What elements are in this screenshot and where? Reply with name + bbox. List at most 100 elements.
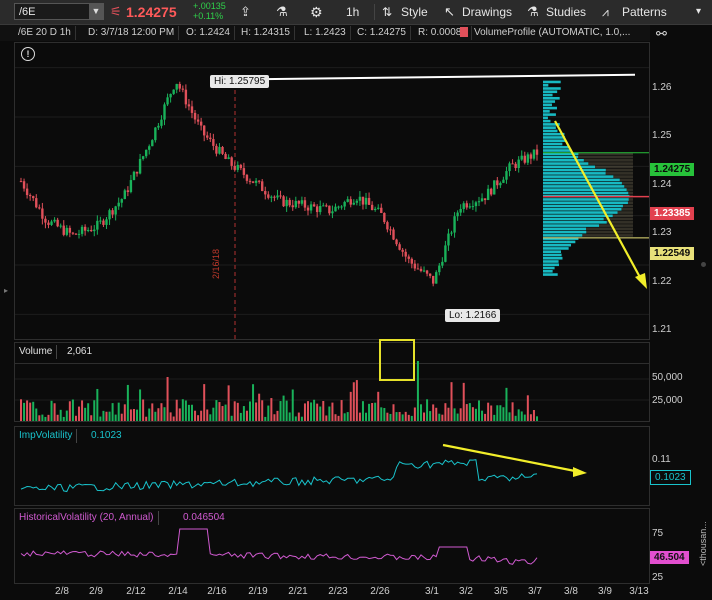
volume-bar (160, 403, 163, 421)
candle-body (419, 268, 423, 272)
volume-bar (35, 408, 38, 421)
quote-header: /6E 20 D 1h D: 3/7/18 12:00 PM O: 1.2424… (0, 25, 650, 41)
volume-bar (142, 399, 145, 421)
candle-body (416, 268, 420, 270)
volume-bar (148, 408, 151, 421)
collapse-arrow-icon[interactable]: ▸ (4, 286, 8, 295)
volume-pane[interactable]: Volume 2,061 (14, 339, 650, 422)
candle-body (306, 207, 310, 211)
candle-body (355, 200, 359, 203)
alert-icon[interactable]: ! (21, 47, 35, 61)
volume-bar (267, 405, 270, 421)
candle-body (447, 233, 450, 246)
candle-body (377, 207, 380, 209)
volume-bar (346, 412, 349, 421)
volume-bar (423, 412, 426, 421)
histvol-pane[interactable]: HistoricalVolatility (20, Annual) 0.0465… (14, 508, 650, 584)
volume-bar (157, 408, 160, 421)
volume-bar (520, 411, 523, 421)
value-area-shade (605, 172, 633, 175)
patterns-icon: ⩘ (602, 5, 609, 19)
patterns-button[interactable]: Patterns (622, 2, 667, 22)
volume-bar (310, 402, 313, 421)
volume-profile-bar (543, 250, 562, 254)
gear-icon[interactable]: ⚙ (310, 2, 323, 22)
candle-body (65, 227, 68, 235)
candle-body (453, 216, 456, 233)
candle-body (499, 182, 502, 186)
impvol-pane[interactable]: ImpVolatility 0.1023 (14, 426, 650, 506)
study-color-swatch (460, 27, 468, 37)
chevron-down-icon[interactable]: ▼ (89, 4, 103, 19)
date-tick: 2/9 (89, 586, 103, 597)
candle-body (325, 205, 328, 207)
candle-body (474, 202, 478, 207)
candle-body (511, 163, 514, 165)
volume-bar (374, 402, 377, 421)
candle-body (273, 196, 276, 198)
date-tick: 3/13 (629, 586, 649, 597)
candle-body (227, 157, 230, 159)
candle-body (148, 146, 151, 150)
candle-body (459, 208, 462, 213)
candle-body (282, 196, 285, 207)
interval-button[interactable]: 1h (346, 2, 359, 22)
candle-body (526, 154, 530, 163)
volume-bar (496, 405, 499, 421)
date-tick: 3/5 (494, 586, 508, 597)
symbol-field[interactable]: /6E ▼ (14, 3, 104, 20)
value-area-shade (594, 165, 633, 169)
volume-bar (261, 400, 264, 421)
candle-body (431, 275, 435, 284)
candle-body (404, 251, 407, 257)
volume-profile-bar (543, 266, 555, 270)
drawings-button[interactable]: Drawings (462, 2, 512, 22)
candle-body (129, 180, 133, 192)
volume-bar (87, 403, 90, 421)
volume-bar (297, 412, 300, 421)
chevron-down-icon[interactable]: ▾ (696, 2, 701, 22)
volume-bar (343, 413, 346, 421)
share-icon[interactable]: ⚟ (110, 2, 122, 22)
studies-button[interactable]: Studies (546, 2, 586, 22)
candle-body (123, 190, 127, 200)
last-price-tag: 1.24275 (650, 163, 695, 176)
candle-body (62, 225, 65, 235)
volume-bar (532, 410, 535, 421)
candle-body (373, 208, 377, 211)
volume-bar (371, 403, 374, 421)
date-tick: 3/9 (598, 586, 612, 597)
volume-profile-bar (543, 269, 553, 273)
volume-bar (426, 399, 429, 421)
volume-bar (441, 414, 444, 421)
candle-body (239, 164, 243, 169)
volume-bar (230, 415, 233, 421)
toolbar: /6E ▼ ⚟ 1.24275 +.00135 +0.11% ⇪ ⚗ ⚙ 1h … (0, 0, 712, 25)
volume-profile-bar (543, 221, 607, 224)
share-arrow-icon[interactable]: ⇪ (240, 2, 251, 22)
candle-body (532, 149, 536, 159)
style-button[interactable]: Style (401, 2, 428, 22)
value-area-shade (582, 234, 633, 237)
volume-profile-bar (543, 106, 557, 110)
candle-body (108, 210, 111, 220)
volume-bar (166, 377, 169, 421)
volume-bar (401, 414, 404, 421)
settings-icon[interactable]: ⚯ (656, 26, 667, 42)
price-chart (15, 67, 649, 339)
flask-icon[interactable]: ⚗ (276, 2, 288, 22)
volume-bar (212, 407, 215, 421)
candle-body (68, 227, 72, 233)
candle-body (441, 261, 444, 266)
price-pane[interactable]: ! Hi: 1.25795 Lo: 1.2166 2/16/18 (14, 42, 650, 340)
volume-bar (239, 412, 242, 421)
volume-profile-bar (543, 145, 570, 149)
volume-bar (68, 401, 71, 421)
volume-profile-bar (543, 185, 625, 188)
candle-body (496, 180, 499, 186)
scroll-dot[interactable] (701, 262, 706, 267)
candle-body (279, 195, 282, 197)
volume-bar (221, 406, 224, 421)
value-area-shade (619, 178, 633, 182)
volume-bar (206, 409, 209, 421)
